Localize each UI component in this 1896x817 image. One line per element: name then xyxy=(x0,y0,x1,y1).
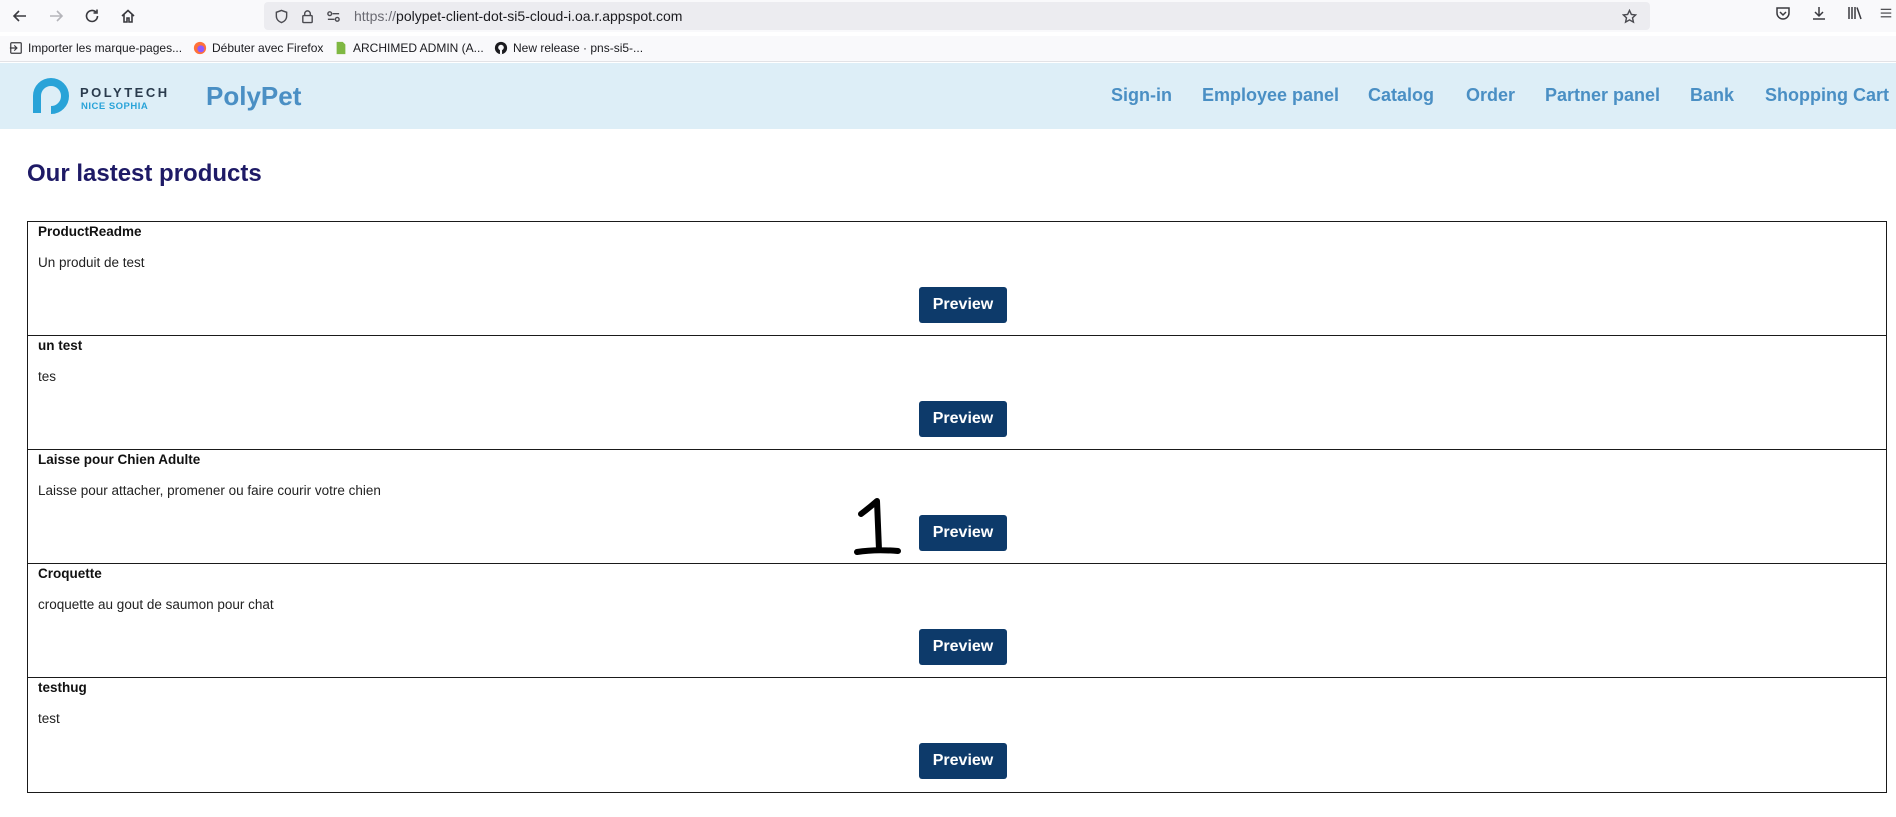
nav-order[interactable]: Order xyxy=(1466,85,1515,106)
product-card: un test tes Preview xyxy=(28,336,1886,450)
nav-sign-in[interactable]: Sign-in xyxy=(1111,85,1172,106)
product-name: testhug xyxy=(38,680,87,695)
nav-employee-panel[interactable]: Employee panel xyxy=(1202,85,1339,106)
site-header: POLYTECH NICE SOPHIA PolyPet Sign-in Emp… xyxy=(0,63,1896,129)
product-description: tes xyxy=(38,369,57,384)
arrow-left-icon xyxy=(12,10,26,22)
nav-shopping-cart[interactable]: Shopping Cart xyxy=(1765,85,1889,106)
library-icon xyxy=(1848,7,1862,20)
url-bar[interactable]: https://polypet-client-dot-si5-cloud-i.o… xyxy=(264,2,1650,30)
bookmark-archimed[interactable]: ARCHIMED ADMIN (A... xyxy=(334,41,484,55)
bookmark-label: New release · pns-si5-... xyxy=(513,41,644,55)
polytech-logo[interactable]: POLYTECH NICE SOPHIA xyxy=(28,71,178,121)
reload-icon xyxy=(85,9,99,23)
preview-button[interactable]: Preview xyxy=(919,401,1007,437)
product-card: Laisse pour Chien Adulte Laisse pour att… xyxy=(28,450,1886,564)
permissions-icon[interactable] xyxy=(324,7,342,25)
product-description: test xyxy=(38,711,60,726)
nav-partner-panel[interactable]: Partner panel xyxy=(1545,85,1660,106)
product-card: testhug test Preview xyxy=(28,678,1886,792)
polytech-p-icon xyxy=(33,78,69,114)
product-name: ProductReadme xyxy=(38,224,142,239)
preview-button[interactable]: Preview xyxy=(919,515,1007,551)
bookmark-firefox[interactable]: Débuter avec Firefox xyxy=(193,41,323,55)
document-icon xyxy=(336,41,346,55)
import-icon xyxy=(9,42,22,54)
product-description: croquette au gout de saumon pour chat xyxy=(38,597,274,612)
handwritten-annotation-mark xyxy=(854,498,901,555)
url-protocol: https:// xyxy=(354,8,397,24)
github-icon xyxy=(494,41,508,55)
logo-wordmark: POLYTECH xyxy=(80,85,170,100)
reload-button[interactable] xyxy=(81,5,103,27)
nav-catalog[interactable]: Catalog xyxy=(1368,85,1434,106)
product-description: Laisse pour attacher, promener ou faire … xyxy=(38,483,381,498)
product-name: un test xyxy=(38,338,83,353)
forward-button[interactable] xyxy=(45,5,67,27)
firefox-icon xyxy=(193,41,207,55)
product-list: ProductReadme Un produit de test Preview… xyxy=(27,221,1887,793)
url-text: https://polypet-client-dot-si5-cloud-i.o… xyxy=(354,8,682,24)
bookmark-github[interactable]: New release · pns-si5-... xyxy=(494,41,643,55)
pocket-button[interactable] xyxy=(1775,5,1791,26)
bookmarks-bar: Importer les marque-pages... Débuter ave… xyxy=(0,36,1896,62)
preview-button[interactable]: Preview xyxy=(919,743,1007,779)
downloads-button[interactable] xyxy=(1811,5,1827,26)
shield-icon[interactable] xyxy=(272,7,290,25)
bookmark-label: ARCHIMED ADMIN (A... xyxy=(353,41,484,55)
bookmark-label: Importer les marque-pages... xyxy=(28,41,183,55)
brand-title[interactable]: PolyPet xyxy=(206,81,301,112)
arrow-right-icon xyxy=(50,10,64,22)
menu-button[interactable] xyxy=(1880,5,1892,26)
home-icon xyxy=(121,9,135,23)
back-button[interactable] xyxy=(9,5,31,27)
page-title: Our lastest products xyxy=(27,160,262,187)
bookmark-label: Débuter avec Firefox xyxy=(212,41,324,55)
product-name: Croquette xyxy=(38,566,102,581)
product-description: Un produit de test xyxy=(38,255,145,270)
star-icon[interactable] xyxy=(1620,7,1638,25)
preview-button[interactable]: Preview xyxy=(919,629,1007,665)
hamburger-menu-icon xyxy=(1880,8,1892,18)
logo-subtitle: NICE SOPHIA xyxy=(81,101,149,112)
home-button[interactable] xyxy=(117,5,139,27)
preview-button[interactable]: Preview xyxy=(919,287,1007,323)
browser-toolbar: https://polypet-client-dot-si5-cloud-i.o… xyxy=(0,0,1896,32)
product-name: Laisse pour Chien Adulte xyxy=(38,452,201,467)
lock-icon[interactable] xyxy=(298,7,316,25)
bookmark-import[interactable]: Importer les marque-pages... xyxy=(9,41,182,55)
product-card: Croquette croquette au gout de saumon po… xyxy=(28,564,1886,678)
download-icon xyxy=(1813,7,1825,20)
url-host: polypet-client-dot-si5-cloud-i.oa.r.apps… xyxy=(396,8,683,24)
product-card: ProductReadme Un produit de test Preview xyxy=(28,222,1886,336)
nav-bank[interactable]: Bank xyxy=(1690,85,1734,106)
library-button[interactable] xyxy=(1847,5,1863,26)
pocket-icon xyxy=(1776,7,1790,20)
